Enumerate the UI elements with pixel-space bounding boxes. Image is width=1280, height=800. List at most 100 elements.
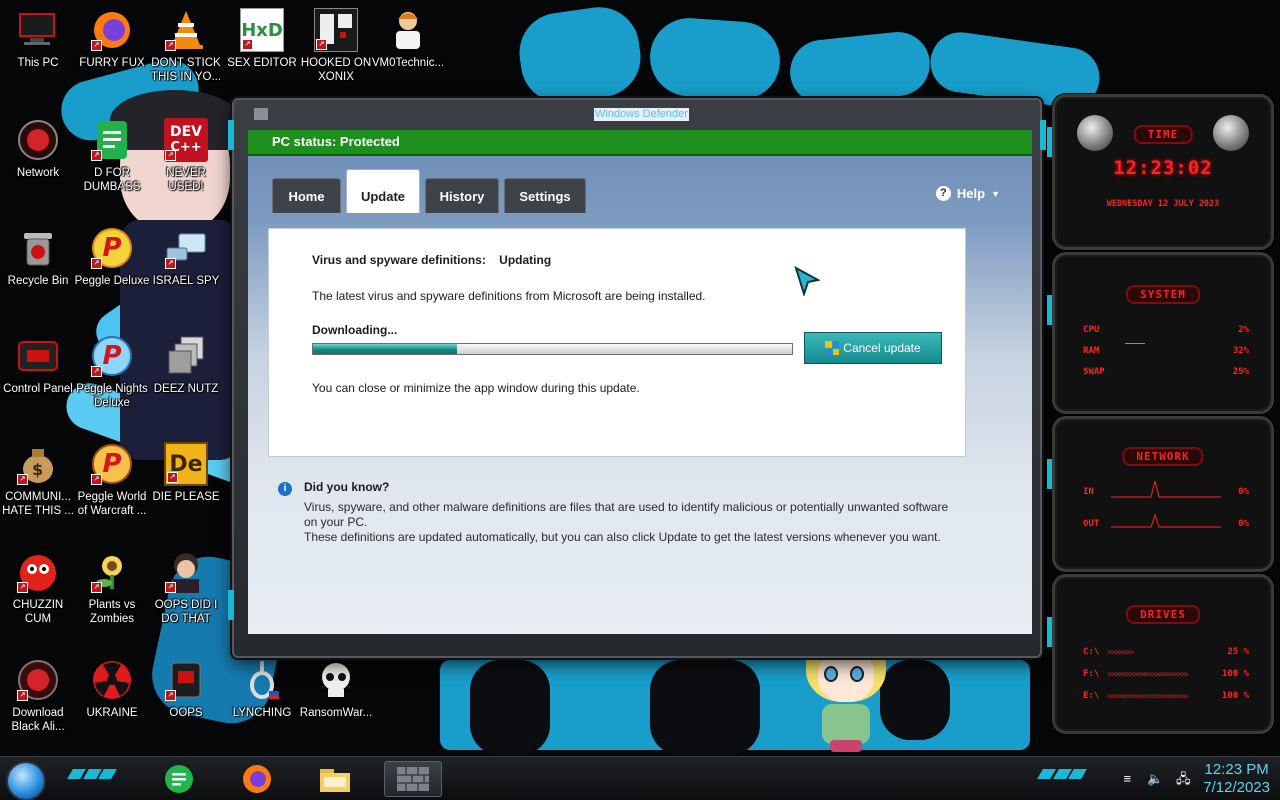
desktop-icon-lynching[interactable]: LYNCHING xyxy=(224,658,300,720)
mouse-cursor-icon xyxy=(794,266,820,296)
money-bag-icon: $ ↗ xyxy=(16,442,60,486)
desktop-icon-furry-fux[interactable]: ↗ FURRY FUX xyxy=(74,8,150,70)
de-icon: De ↗ xyxy=(164,442,208,486)
desktop-icon-d-for-dumbass[interactable]: ↗ D FOR DUMBASS xyxy=(74,118,150,194)
desktop-icon-oops[interactable]: ↗ OOPS xyxy=(148,658,224,720)
shortcut-arrow-icon: ↗ xyxy=(17,582,28,593)
desktop-icon-vm0technic[interactable]: VM0Technic... xyxy=(370,8,446,70)
desktop-icon-die-please[interactable]: De ↗ DIE PLEASE xyxy=(148,442,224,504)
dev-cpp-icon: DEV C++ ↗ xyxy=(164,118,208,162)
desktop-icon-dont-stick[interactable]: ↗ DONT STICK THIS IN YO... xyxy=(148,8,224,84)
definitions-label: Virus and spyware definitions: xyxy=(312,253,486,267)
shortcut-arrow-icon: ↗ xyxy=(91,582,102,593)
desktop-icon-israel-spy[interactable]: ↗ ISRAEL SPY xyxy=(148,226,224,288)
update-panel: Virus and spyware definitions: Updating … xyxy=(268,228,966,457)
taskbar-windows-defender[interactable] xyxy=(384,761,442,797)
network-graph xyxy=(1111,480,1221,528)
clock-time: 12:23 PM xyxy=(1204,761,1269,778)
shortcut-arrow-icon: ↗ xyxy=(167,472,178,483)
shortcut-arrow-icon: ↗ xyxy=(165,40,176,51)
tray-overflow-icon[interactable]: ≡ xyxy=(1119,772,1135,786)
desktop-icon-network[interactable]: Network xyxy=(0,118,76,180)
did-you-know-heading: Did you know? xyxy=(304,480,390,494)
desktop-icon-download-black[interactable]: ↗ Download Black Ali... xyxy=(0,658,76,734)
taskbar-file-explorer[interactable] xyxy=(306,761,364,797)
desktop-icon-oops-did-i[interactable]: ↗ OOPS DID I DO THAT xyxy=(148,550,224,626)
cancel-update-button[interactable]: Cancel update xyxy=(804,332,942,364)
did-you-know-line: Virus, spyware, and other malware defini… xyxy=(304,500,949,514)
gadget-clock: 12:23:02 xyxy=(1113,157,1213,179)
network-tray-icon[interactable]: 🖧 xyxy=(1175,772,1191,786)
desktop-icon-deez-nutz[interactable]: DEEZ NUTZ xyxy=(148,334,224,396)
desktop-icon-control-panel[interactable]: Control Panel xyxy=(0,334,76,396)
firefox-icon xyxy=(243,765,271,793)
tab-update[interactable]: Update xyxy=(346,169,420,213)
shortcut-arrow-icon: ↗ xyxy=(165,690,176,701)
desktop-icon-this-pc[interactable]: This PC xyxy=(0,8,76,70)
system-title: SYSTEM xyxy=(1126,285,1200,304)
clock-date: 7/12/2023 xyxy=(1203,779,1270,796)
progress-fill xyxy=(313,344,457,354)
tab-settings[interactable]: Settings xyxy=(504,178,586,213)
desktop-icon-communi[interactable]: $ ↗ COMMUNI... HATE THIS ... xyxy=(0,442,76,518)
window-stack-icon xyxy=(164,334,208,378)
tab-home[interactable]: Home xyxy=(272,178,341,213)
desktop-icon-peggle-wow[interactable]: P ↗ Peggle World of Warcraft ... xyxy=(74,442,150,518)
desktop-icon-ransomware[interactable]: RansomWar... xyxy=(298,658,374,720)
drive-bar-f: >>>>>>>>>>>>>>>>>>>>>> xyxy=(1107,672,1189,678)
network-title: NETWORK xyxy=(1122,447,1204,466)
desktop-icon-peggle-deluxe[interactable]: P ↗ Peggle Deluxe xyxy=(74,226,150,288)
shortcut-arrow-icon: ↗ xyxy=(91,474,102,485)
taskbar-clock[interactable]: 12:23 PM 7/12/2023 xyxy=(1203,761,1270,797)
desktop-icon-ukraine[interactable]: UKRAINE xyxy=(74,658,150,720)
desktop-icon-hooked-on-xonix[interactable]: ↗ HOOKED ON XONIX xyxy=(298,8,374,84)
help-menu[interactable]: ? Help ▼ xyxy=(935,186,1000,201)
peggle-icon: P ↗ xyxy=(90,226,134,270)
shortcut-arrow-icon: ↗ xyxy=(165,582,176,593)
firefox-icon: ↗ xyxy=(90,8,134,52)
frame-accent xyxy=(1047,127,1052,157)
taskbar-notes-app[interactable] xyxy=(150,761,208,797)
tab-history[interactable]: History xyxy=(425,178,499,213)
desktop-icon-sex-editor[interactable]: HxD ↗ SEX EDITOR xyxy=(224,8,300,70)
frame-accent xyxy=(1040,120,1046,150)
drives-gadget: DRIVES C:\ 25 % >>>>>>> F:\ 100 % >>>>>>… xyxy=(1047,574,1274,734)
alien-head-icon xyxy=(1213,115,1249,151)
frame-accent xyxy=(1047,295,1052,325)
time-gadget: TIME 12:23:02 WEDNESDAY 12 JULY 2023 xyxy=(1047,94,1274,250)
help-label: Help xyxy=(956,186,986,201)
cancel-update-label: Cancel update xyxy=(843,341,921,355)
desktop-icon-recycle-bin[interactable]: Recycle Bin xyxy=(0,226,76,288)
start-button[interactable] xyxy=(8,763,44,799)
update-progress-bar xyxy=(312,343,793,355)
frame-accent xyxy=(1047,459,1052,489)
defender-app-icon xyxy=(254,108,268,120)
recycle-bin-icon xyxy=(16,226,60,270)
update-note: You can close or minimize the app window… xyxy=(312,381,640,395)
application-icon: ↗ xyxy=(164,658,208,702)
desktop-icon-chuzzin[interactable]: ↗ CHUZZIN CUM xyxy=(0,550,76,626)
plant-icon: ↗ xyxy=(90,550,134,594)
shortcut-arrow-icon: ↗ xyxy=(91,258,102,269)
frame-accent xyxy=(228,590,234,620)
radiation-icon xyxy=(90,658,134,702)
defender-wall-icon xyxy=(397,767,429,791)
control-panel-icon xyxy=(16,334,60,378)
svg-text:$: $ xyxy=(32,460,43,479)
desktop-icon-plants-vs-zombies[interactable]: ↗ Plants vs Zombies xyxy=(74,550,150,626)
title-bar[interactable]: Windows Defender xyxy=(234,100,1040,128)
taskbar-decoration xyxy=(67,769,117,779)
shortcut-arrow-icon: ↗ xyxy=(17,690,28,701)
stat-row-swap: SWAP 25% xyxy=(1083,367,1249,377)
desktop-icon-never-used[interactable]: DEV C++ ↗ NEVER USED! xyxy=(148,118,224,194)
alien-icon: ↗ xyxy=(16,658,60,702)
document-icon: ↗ xyxy=(90,118,134,162)
shortcut-arrow-icon: ↗ xyxy=(91,366,102,377)
taskbar-firefox[interactable] xyxy=(228,761,286,797)
volume-icon[interactable]: 🔈 xyxy=(1147,772,1163,786)
time-title: TIME xyxy=(1133,125,1193,144)
system-tray: ≡ 🔈 🖧 12:23 PM 7/12/2023 xyxy=(1119,759,1270,799)
did-you-know-line: These definitions are updated automatica… xyxy=(304,530,941,544)
desktop-icon-peggle-nights[interactable]: P ↗ Peggle Nights Deluxe xyxy=(74,334,150,410)
chuzzle-icon: ↗ xyxy=(16,550,60,594)
